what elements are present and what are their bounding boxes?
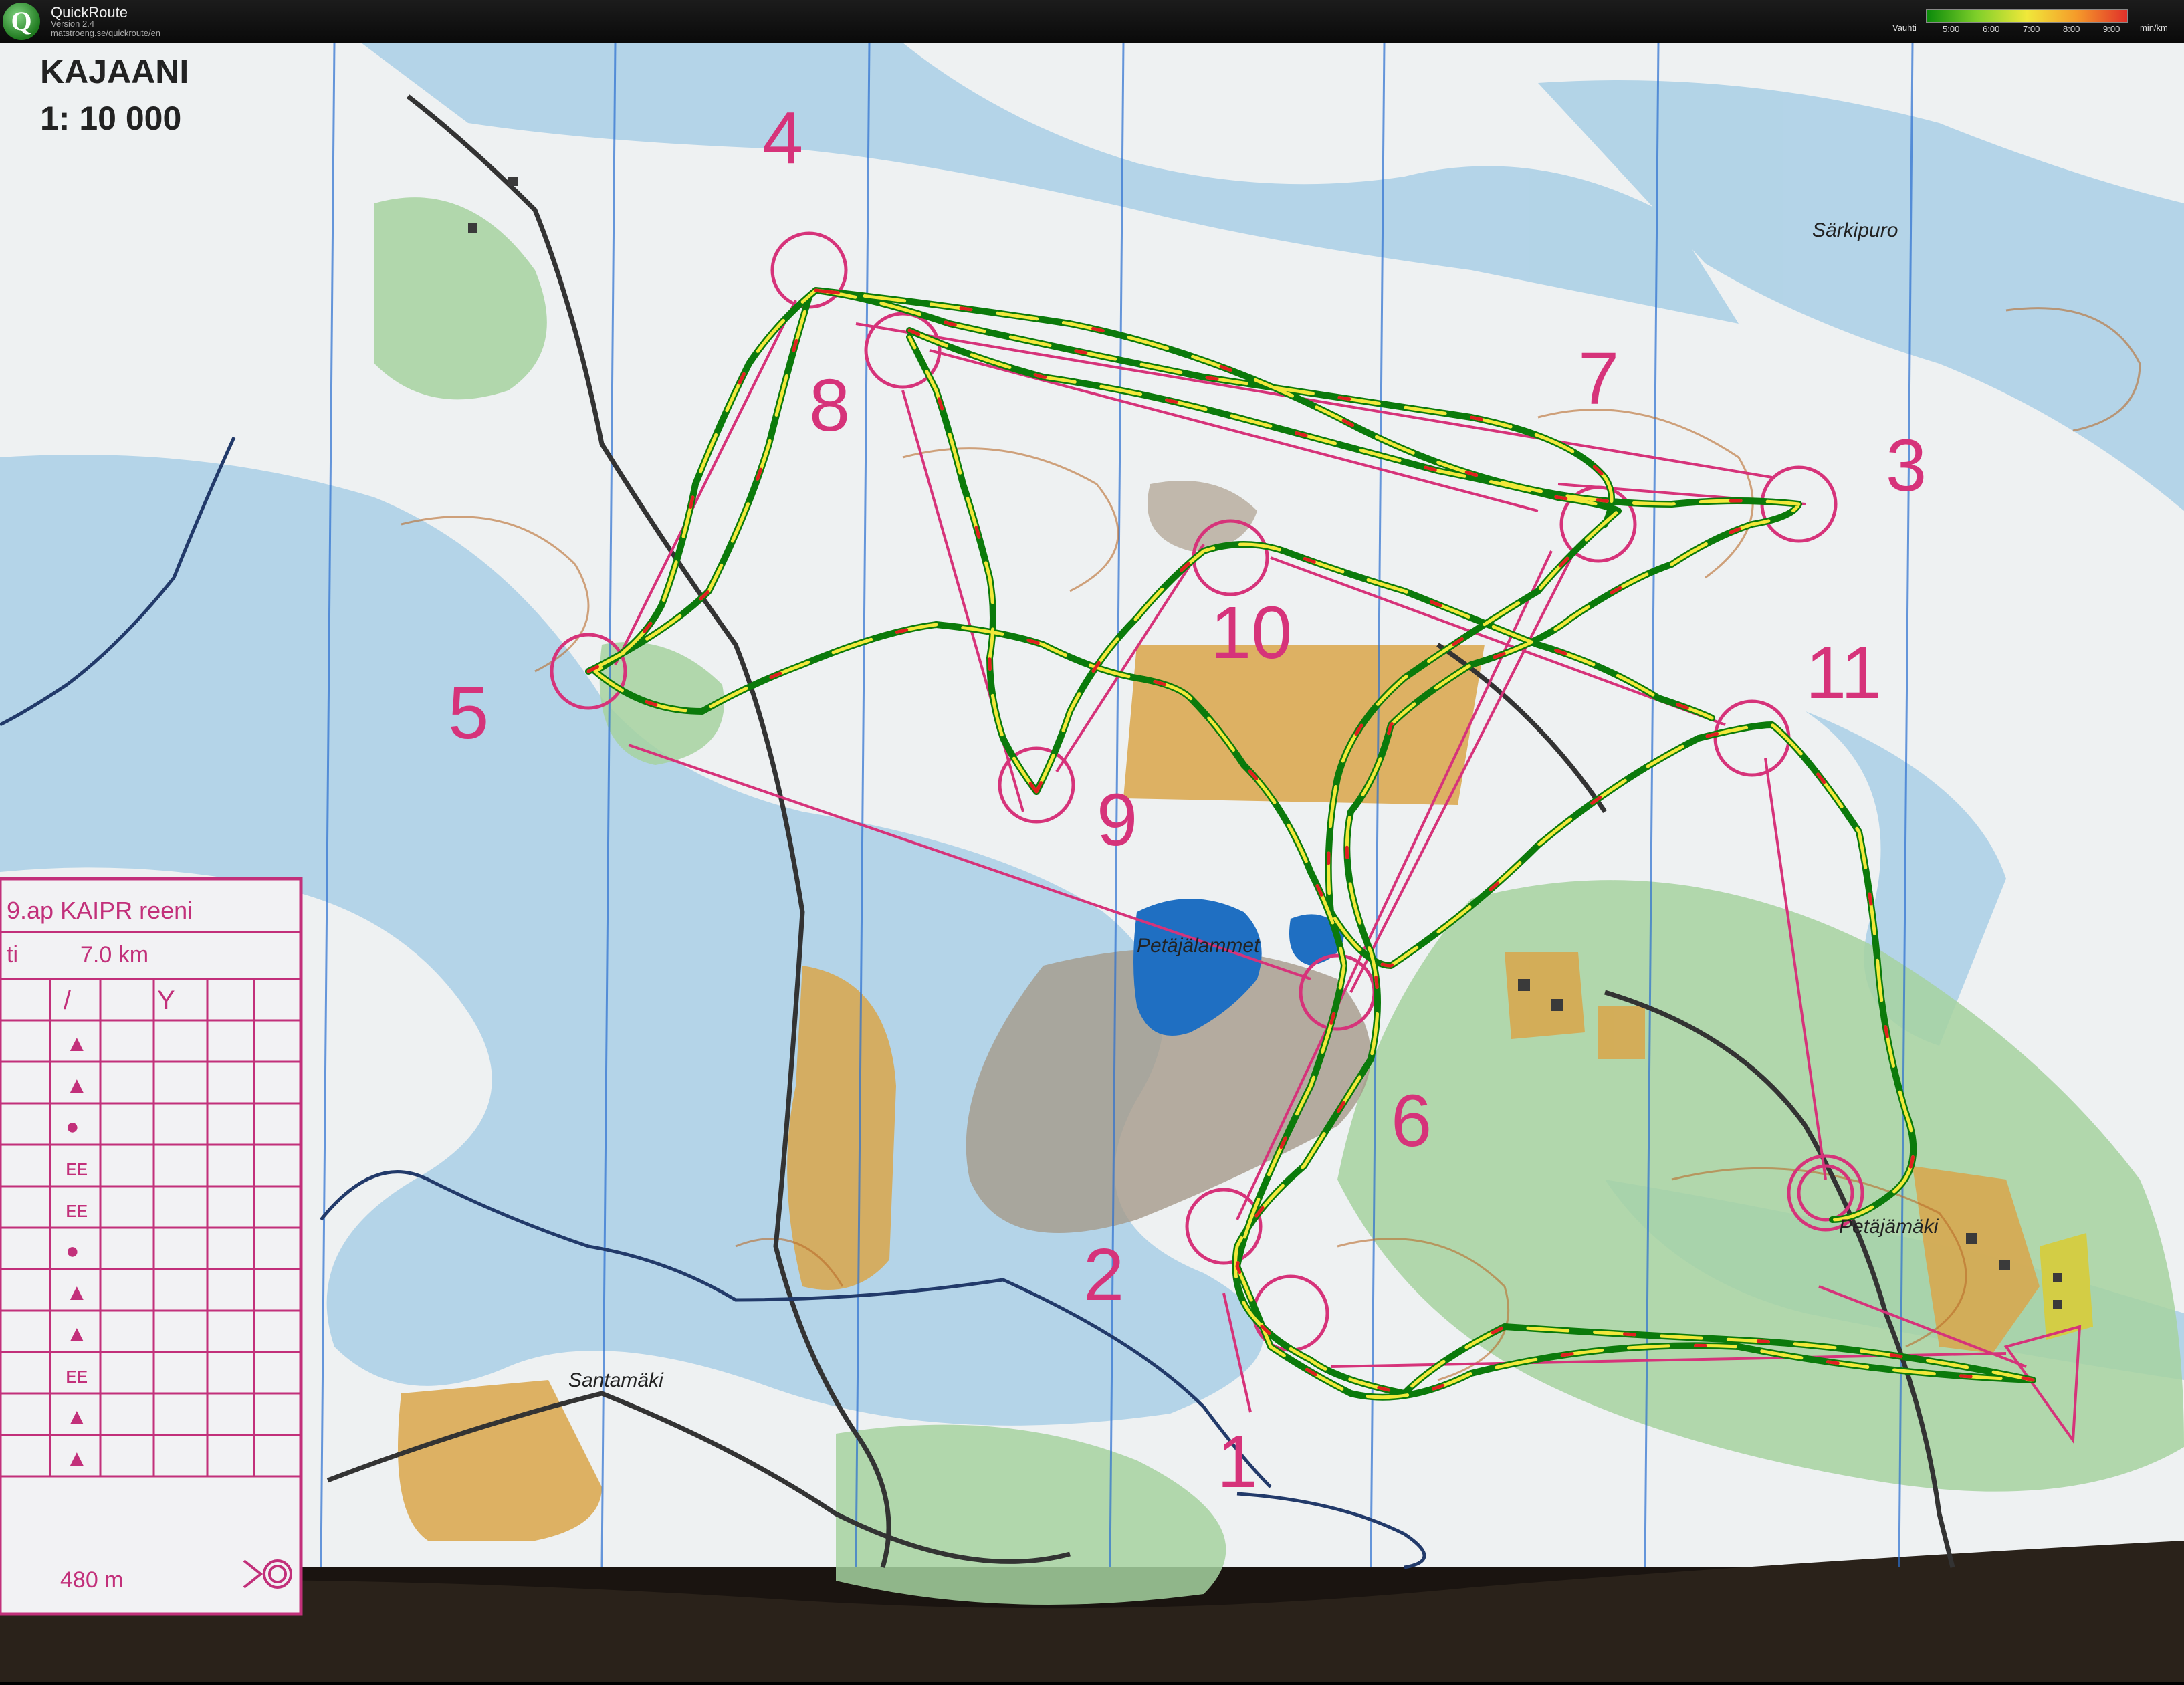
control-number: 11 bbox=[1806, 632, 1882, 714]
pace-tick: 7:00 bbox=[2023, 24, 2040, 34]
control-number: 2 bbox=[1083, 1234, 1124, 1316]
card-row-symbol: ▲ bbox=[66, 1073, 88, 1098]
card-row-symbol: ▲ bbox=[66, 1031, 88, 1056]
pace-tick: 6:00 bbox=[1983, 24, 2000, 34]
app-version: Version 2.4 bbox=[51, 19, 95, 29]
card-row-symbol: ᴇᴇ bbox=[66, 1155, 88, 1181]
control-number: 10 bbox=[1210, 592, 1292, 674]
course-card-col: ti bbox=[7, 942, 18, 968]
control-number: 8 bbox=[809, 364, 850, 447]
title-bar: Q QuickRoute Version 2.4 matstroeng.se/q… bbox=[0, 0, 2184, 43]
pace-tick: 9:00 bbox=[2103, 24, 2120, 34]
pace-legend-bar bbox=[1926, 9, 2128, 23]
card-row-symbol: ▲ bbox=[66, 1280, 88, 1305]
card-row-symbol: ▲ bbox=[66, 1446, 88, 1471]
control-number: 5 bbox=[448, 672, 489, 754]
course-card-footer: 480 m bbox=[60, 1567, 124, 1593]
card-row-symbol: ▲ bbox=[66, 1404, 88, 1430]
course-card-title: 9.ap KAIPR reeni bbox=[7, 897, 193, 924]
card-row-symbol: ᴇᴇ bbox=[66, 1363, 88, 1388]
quickroute-logo: Q bbox=[3, 3, 40, 40]
card-row-symbol: ● bbox=[66, 1114, 80, 1139]
pace-legend-label: Vauhti bbox=[1892, 23, 1917, 33]
card-row-symbol: ᴇᴇ bbox=[66, 1197, 88, 1222]
card-row-symbol: ● bbox=[66, 1238, 80, 1264]
place-name: Petäjämäki bbox=[1839, 1216, 1939, 1238]
card-header-symbol: Y bbox=[157, 986, 175, 1015]
course-card-distance: 7.0 km bbox=[80, 942, 148, 968]
course-card: 9.ap KAIPR reeni ti 7.0 km / Y ▲ ▲ ● ᴇᴇ ᴇᴇ ● ▲ ▲ ᴇ… bbox=[0, 877, 303, 1616]
map-title: KAJAANI bbox=[40, 53, 189, 90]
control-number: 1 bbox=[1217, 1421, 1258, 1503]
app-url: matstroeng.se/quickroute/en bbox=[51, 28, 161, 38]
control-number: 4 bbox=[762, 97, 803, 179]
place-name: Petäjälammet bbox=[1137, 935, 1261, 957]
pace-tick: 8:00 bbox=[2063, 24, 2080, 34]
card-row-symbol: ▲ bbox=[66, 1321, 88, 1347]
place-name: Santamäki bbox=[568, 1369, 664, 1391]
card-header-symbol: / bbox=[64, 986, 72, 1015]
control-number: 9 bbox=[1097, 779, 1137, 861]
orienteering-map[interactable]: 4 8 3 7 5 10 11 9 6 2 1 KAJAANI 1: 10 00… bbox=[0, 42, 2184, 1682]
place-name: Särkipuro bbox=[1812, 219, 1898, 241]
control-number: 6 bbox=[1391, 1080, 1432, 1162]
map-scale: 1: 10 000 bbox=[40, 100, 181, 137]
control-number: 7 bbox=[1578, 338, 1619, 420]
pace-tick: 5:00 bbox=[1943, 24, 1960, 34]
control-number: 3 bbox=[1886, 425, 1927, 507]
pace-legend-unit: min/km bbox=[2140, 23, 2168, 33]
